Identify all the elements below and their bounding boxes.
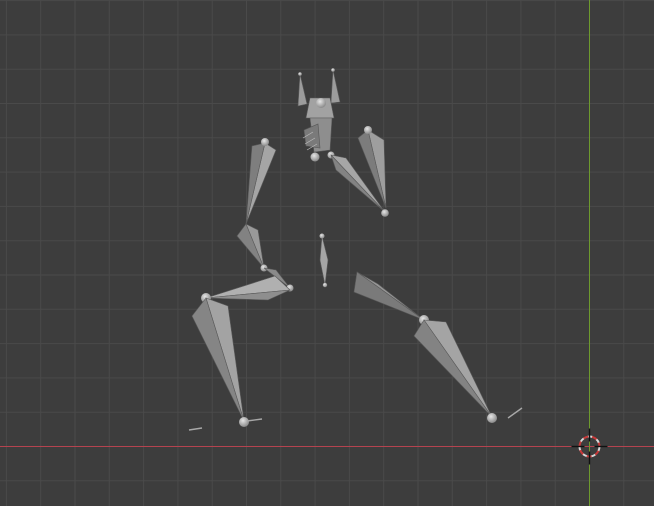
3d-viewport[interactable] bbox=[0, 0, 654, 506]
viewport-background bbox=[0, 0, 654, 506]
viewport-canvas[interactable] bbox=[0, 0, 654, 506]
